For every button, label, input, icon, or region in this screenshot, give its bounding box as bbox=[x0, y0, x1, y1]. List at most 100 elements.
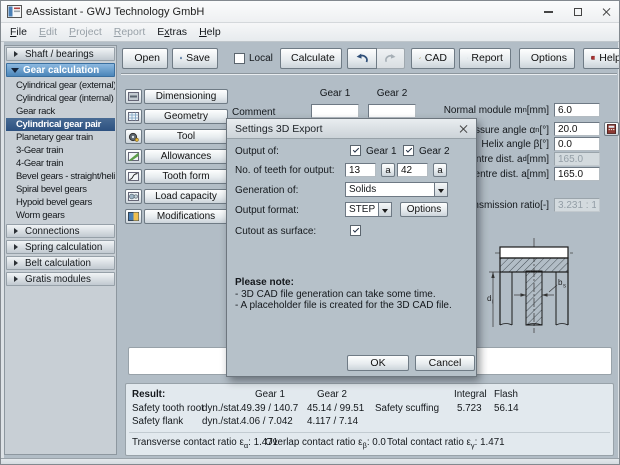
report-button[interactable]: Report bbox=[459, 48, 511, 69]
nav-tool-button[interactable]: Tool bbox=[144, 129, 228, 144]
helix-angle-input[interactable] bbox=[554, 137, 600, 151]
sidebar-item-cylindrical-gear-external[interactable]: Cylindrical gear (external) bbox=[6, 79, 115, 92]
check-icon bbox=[352, 226, 358, 232]
svg-text:d: d bbox=[487, 294, 491, 303]
nav-tooth-form-icon-button[interactable] bbox=[125, 169, 142, 184]
nav-modifications-button[interactable]: Modifications bbox=[144, 209, 228, 224]
sidebar-section-spring-calculation[interactable]: Spring calculation bbox=[6, 240, 115, 254]
pressure-angle-calc-button[interactable] bbox=[604, 122, 619, 136]
nav-tooth-form-button[interactable]: Tooth form bbox=[144, 169, 228, 184]
collapsed-arrow-icon bbox=[14, 51, 21, 57]
close-button[interactable] bbox=[592, 1, 620, 23]
nav-tool-icon-button[interactable] bbox=[125, 129, 142, 144]
nav-modifications-icon-button[interactable] bbox=[125, 209, 142, 224]
minimize-icon bbox=[544, 11, 553, 13]
generation-dropdown[interactable]: Solids bbox=[345, 182, 448, 197]
dialog-close-icon[interactable] bbox=[458, 124, 468, 134]
menu-file[interactable]: File bbox=[4, 24, 33, 40]
nav-geometry-button[interactable]: Geometry bbox=[144, 109, 228, 124]
help-book-icon bbox=[591, 52, 595, 64]
save-button[interactable]: Save bbox=[172, 48, 218, 69]
comment-gear2-input[interactable] bbox=[368, 104, 416, 118]
sidebar-item-worm-gears[interactable]: Worm gears bbox=[6, 209, 115, 222]
sidebar-item-cylindrical-gear-internal[interactable]: Cylindrical gear (internal) bbox=[6, 92, 115, 105]
local-checkbox[interactable] bbox=[234, 53, 245, 64]
local-checkbox-group[interactable]: Local bbox=[234, 53, 273, 64]
standard-centre-dist-input bbox=[554, 152, 600, 166]
maximize-button[interactable] bbox=[563, 1, 592, 23]
sidebar-section-gratis-modules[interactable]: Gratis modules bbox=[6, 272, 115, 286]
result-row-gear2-value: 4.117 / 7.14 bbox=[307, 416, 358, 427]
help-button[interactable]: Help bbox=[583, 48, 620, 69]
nav-allowances-icon-button[interactable] bbox=[125, 149, 142, 164]
normal-module-label: Normal module mn [mm] bbox=[419, 105, 549, 116]
window-bottom-edge bbox=[1, 458, 620, 465]
dropdown-arrow-icon[interactable] bbox=[434, 183, 447, 196]
teeth-for-output-label: No. of teeth for output: bbox=[235, 165, 335, 176]
sidebar-item-planetary-gear-train[interactable]: Planetary gear train bbox=[6, 131, 115, 144]
sidebar-item-bevel-gears[interactable]: Bevel gears - straight/helical bbox=[6, 170, 115, 183]
gear2-output-checkbox[interactable] bbox=[403, 145, 414, 156]
svg-text:s: s bbox=[563, 284, 566, 290]
nav-allowances-button[interactable]: Allowances bbox=[144, 149, 228, 164]
save-floppy-icon bbox=[180, 52, 182, 64]
dimensioning-icon bbox=[128, 92, 139, 101]
menu-extras[interactable]: Extras bbox=[151, 24, 193, 40]
note-line-2: - A placeholder file is created for the … bbox=[235, 300, 452, 311]
result-col-gear2: Gear 2 bbox=[317, 389, 347, 400]
gear2-checkbox-label: Gear 2 bbox=[419, 146, 450, 157]
sidebar-section-shaft-bearings[interactable]: Shaft / bearings bbox=[6, 47, 115, 61]
sidebar-section-gear-calculation[interactable]: Gear calculation bbox=[6, 63, 115, 77]
menu-help[interactable]: Help bbox=[193, 24, 227, 40]
output-format-label: Output format: bbox=[235, 205, 299, 216]
result-row-mode: dyn./stat. bbox=[202, 416, 242, 427]
teeth-gear2-a-button[interactable]: a bbox=[433, 163, 447, 177]
nav-load-capacity-icon-button[interactable] bbox=[125, 189, 142, 204]
sidebar-section-belt-calculation[interactable]: Belt calculation bbox=[6, 256, 115, 270]
teeth-gear1-a-button[interactable]: a bbox=[381, 163, 395, 177]
options-button[interactable]: Options bbox=[519, 48, 575, 69]
cutout-checkbox[interactable] bbox=[350, 225, 361, 236]
sidebar-item-gear-rack[interactable]: Gear rack bbox=[6, 105, 115, 118]
gear1-output-checkbox[interactable] bbox=[350, 145, 361, 156]
cancel-button[interactable]: Cancel bbox=[415, 355, 475, 371]
undo-button[interactable] bbox=[347, 48, 377, 69]
modifications-icon bbox=[128, 212, 139, 221]
main-toolbar: Open Save Local Calculate CAD Report bbox=[122, 46, 617, 70]
redo-button bbox=[377, 48, 405, 69]
ok-button[interactable]: OK bbox=[347, 355, 409, 371]
window-title: eAssistant - GWJ Technology GmbH bbox=[26, 6, 204, 18]
result-title: Result: bbox=[132, 389, 165, 400]
transmission-ratio-input bbox=[554, 198, 600, 212]
menu-bar: File Edit Project Report Extras Help bbox=[1, 23, 620, 42]
module-sidebar: Shaft / bearings Gear calculation Cylind… bbox=[4, 45, 117, 455]
normal-module-input[interactable] bbox=[554, 103, 600, 117]
teeth-gear2-input[interactable] bbox=[397, 163, 428, 177]
output-format-dropdown[interactable]: STEP bbox=[345, 202, 392, 217]
nav-dimensioning-button[interactable]: Dimensioning bbox=[144, 89, 228, 104]
teeth-gear1-input[interactable] bbox=[345, 163, 376, 177]
minimize-button[interactable] bbox=[534, 1, 563, 23]
sidebar-item-hypoid-bevel-gears[interactable]: Hypoid bevel gears bbox=[6, 196, 115, 209]
pressure-angle-input[interactable] bbox=[554, 122, 600, 136]
sidebar-item-4-gear-train[interactable]: 4-Gear train bbox=[6, 157, 115, 170]
generation-of-label: Generation of: bbox=[235, 185, 298, 196]
open-button[interactable]: Open bbox=[122, 48, 168, 69]
format-options-button[interactable]: Options bbox=[400, 202, 448, 217]
working-centre-dist-input[interactable] bbox=[554, 167, 600, 181]
sidebar-item-3-gear-train[interactable]: 3-Gear train bbox=[6, 144, 115, 157]
sidebar-section-connections[interactable]: Connections bbox=[6, 224, 115, 238]
maximize-icon bbox=[574, 8, 582, 16]
sidebar-item-cylindrical-gear-pair[interactable]: Cylindrical gear pair bbox=[6, 118, 115, 131]
comment-gear1-input[interactable] bbox=[311, 104, 359, 118]
calculate-button[interactable]: Calculate bbox=[280, 48, 342, 69]
redo-arrow-icon bbox=[384, 53, 397, 64]
nav-load-capacity-button[interactable]: Load capacity bbox=[144, 189, 228, 204]
gear2-column-header: Gear 2 bbox=[368, 88, 416, 99]
nav-geometry-icon-button[interactable] bbox=[125, 109, 142, 124]
nav-dimensioning-icon-button[interactable] bbox=[125, 89, 142, 104]
cad-button[interactable]: CAD bbox=[411, 48, 455, 69]
sidebar-item-spiral-bevel-gears[interactable]: Spiral bevel gears bbox=[6, 183, 115, 196]
dropdown-arrow-icon[interactable] bbox=[378, 203, 391, 216]
geometry-icon bbox=[128, 112, 139, 121]
